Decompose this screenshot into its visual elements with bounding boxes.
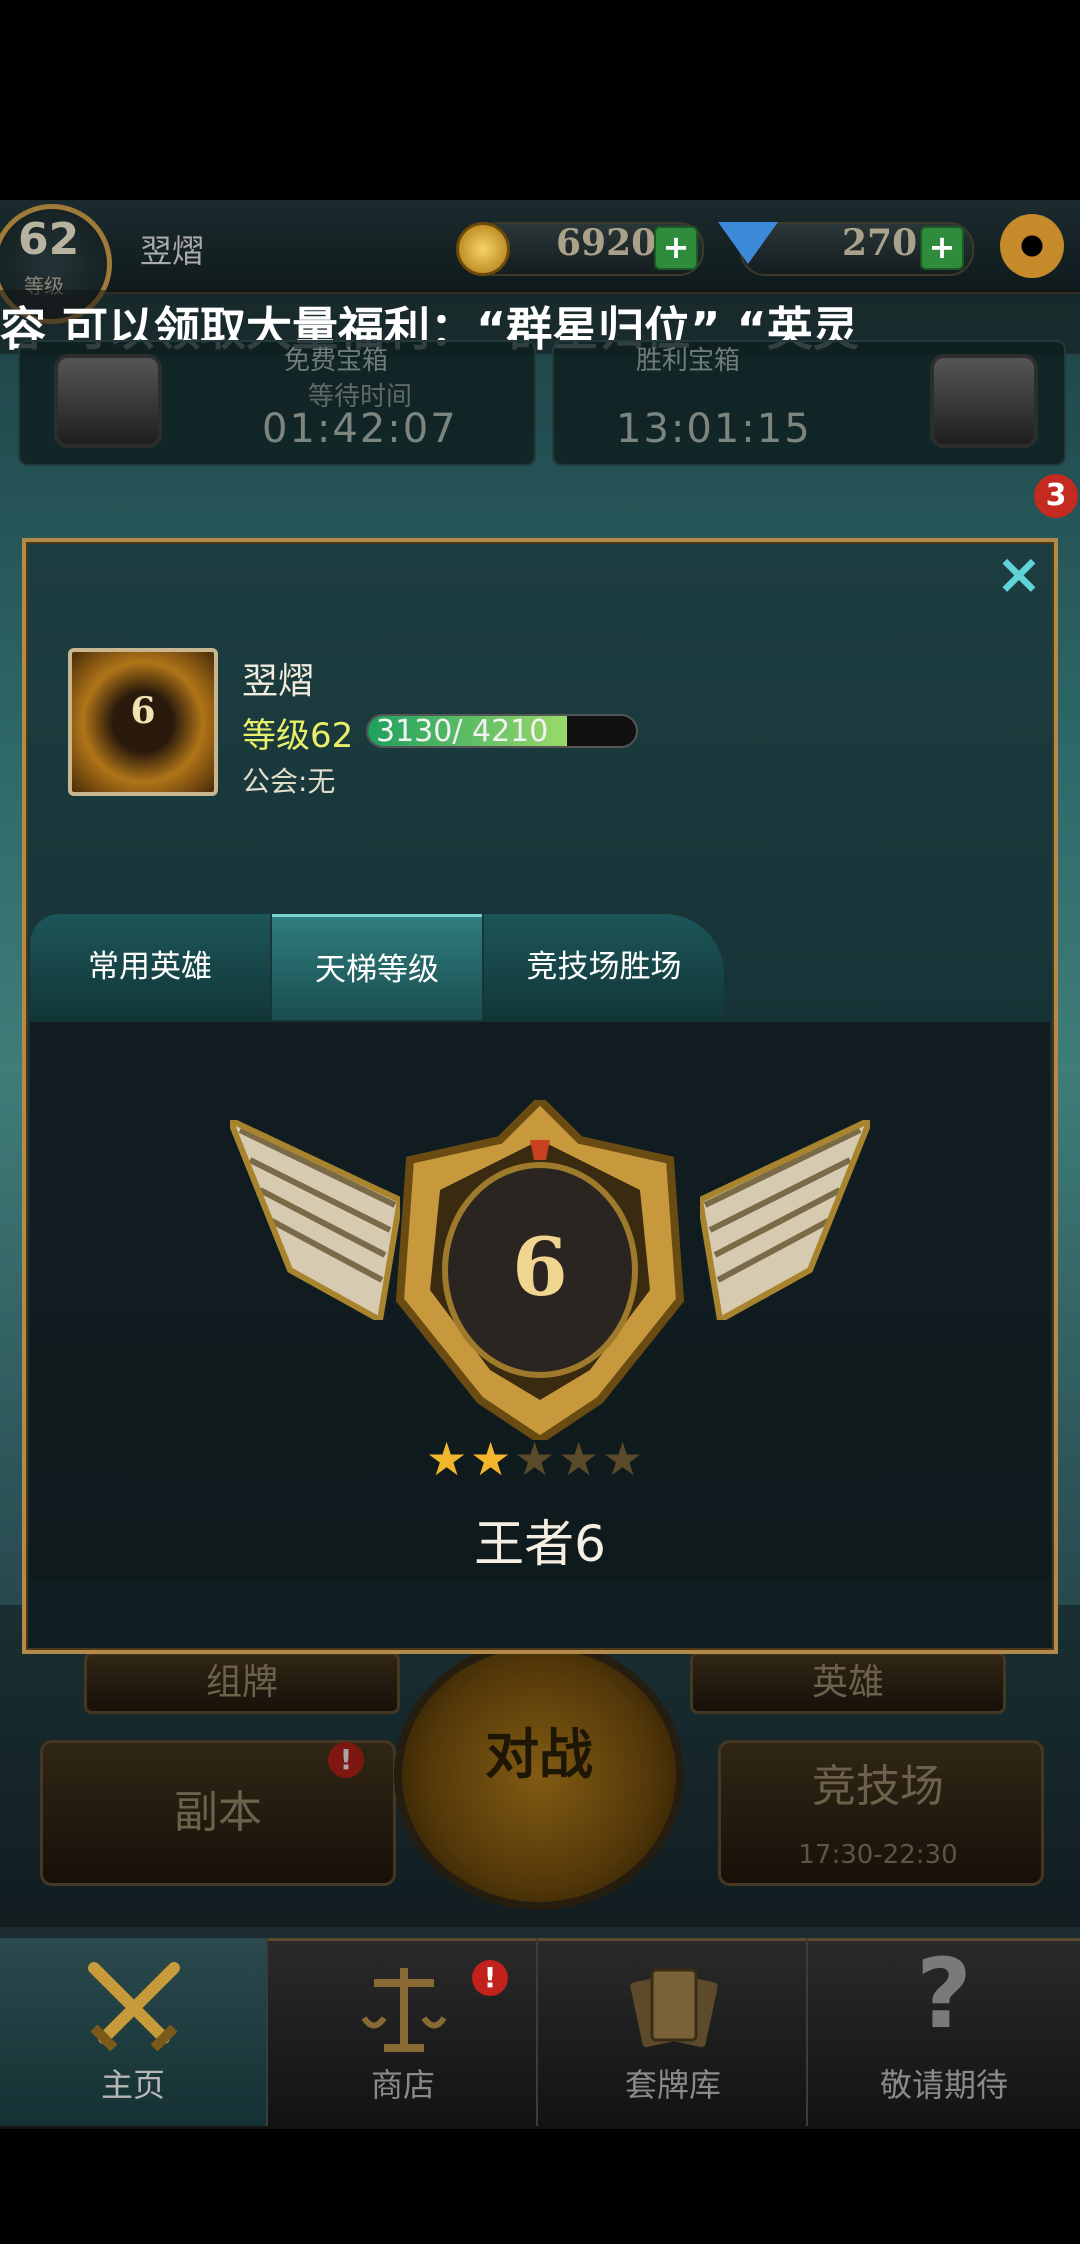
tab-ladder-rank[interactable]: 天梯等级 (272, 914, 482, 1020)
free-chest-icon (54, 354, 162, 448)
free-chest-timer: 01:42:07 (262, 406, 458, 452)
profile-player-name: 翌熠 (242, 661, 315, 702)
tab-common-heroes[interactable]: 常用英雄 (30, 914, 270, 1020)
scales-icon (361, 1968, 447, 2052)
gold-coin-icon (456, 222, 510, 276)
nav-home[interactable]: 主页 (0, 1938, 268, 2126)
nav-coming-soon-label: 敬请期待 (879, 2066, 1008, 2104)
cards-icon (630, 1968, 718, 2048)
victory-chest-icon (930, 354, 1038, 448)
profile-guild: 公会:无 (242, 765, 336, 798)
nav-deck-library-label: 套牌库 (624, 2066, 721, 2104)
crossed-swords-icon (88, 1962, 180, 2052)
add-gems-button[interactable]: + (920, 226, 964, 270)
nav-home-label: 主页 (100, 2066, 165, 2104)
rank-star-filled: ★ (470, 1432, 512, 1486)
player-level-number: 62 (18, 214, 80, 265)
rank-star-empty: ★ (514, 1432, 556, 1486)
xp-text: 3130/ 4210 (376, 714, 549, 749)
gem-amount: 270 (842, 222, 918, 264)
free-chest-title: 免费宝箱 (284, 346, 389, 376)
rank-name: 王者6 (474, 1515, 606, 1573)
add-gold-button[interactable]: + (654, 226, 698, 270)
victory-chest-timer: 13:01:15 (616, 406, 812, 452)
shop-notice-badge: ! (472, 1960, 508, 1996)
rank-star-empty: ★ (558, 1432, 600, 1486)
rank-star-empty: ★ (602, 1432, 644, 1486)
close-icon[interactable]: × (992, 547, 1046, 603)
rank-right-wing-icon (700, 1120, 870, 1320)
diamond-icon (718, 222, 778, 264)
rank-emblem-number: 6 (512, 1220, 568, 1314)
nav-shop-label: 商店 (370, 2066, 435, 2104)
question-mark-icon: ? (916, 1938, 972, 2050)
avatar-rank-number: 6 (130, 690, 156, 732)
notification-count-badge: 3 (1034, 474, 1078, 518)
tab-arena-wins[interactable]: 竞技场胜场 (484, 914, 724, 1020)
nav-coming-soon[interactable]: ? 敬请期待 (810, 1938, 1078, 2126)
nav-deck-library[interactable]: 套牌库 (540, 1938, 808, 2126)
rank-star-filled: ★ (426, 1432, 468, 1486)
top-player-name: 翌熠 (140, 232, 205, 270)
gold-amount: 6920 (556, 222, 657, 264)
profile-level-label: 等级62 (242, 716, 354, 756)
victory-chest-title: 胜利宝箱 (636, 346, 741, 376)
settings-gear-icon[interactable] (1000, 214, 1064, 278)
